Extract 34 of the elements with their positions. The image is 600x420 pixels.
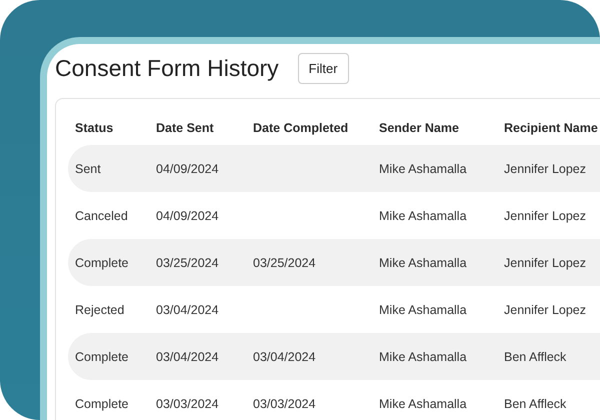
table-cell: 03/03/2024	[156, 396, 219, 410]
table-cell: Complete	[75, 396, 128, 410]
table-cell: 03/25/2024	[156, 256, 219, 270]
table-cell: Rejected	[75, 302, 124, 316]
table-cell: Complete	[75, 256, 128, 270]
column-header: Date Sent	[156, 121, 215, 135]
table-cell: Complete	[75, 350, 128, 364]
table-cell: 04/09/2024	[156, 162, 219, 176]
table-cell: Ben Affleck	[504, 350, 566, 364]
table-cell: Mike Ashamalla	[379, 302, 467, 316]
table-cell: Jennifer Lopez	[504, 162, 586, 176]
table-cell: Jennifer Lopez	[504, 302, 586, 316]
table-cell: Jennifer Lopez	[504, 208, 586, 222]
filter-button[interactable]: Filter	[298, 52, 349, 84]
table-cell: Mike Ashamalla	[379, 396, 467, 410]
table-cell: Canceled	[75, 208, 128, 222]
column-header: Date Completed	[253, 121, 350, 135]
table-cell: Mike Ashamalla	[379, 350, 467, 364]
table-cell: 03/04/2024	[156, 302, 219, 316]
table-cell: 03/04/2024	[253, 350, 316, 364]
column-header: Status	[75, 121, 114, 135]
table-cell: Mike Ashamalla	[379, 208, 467, 222]
table-cell: 03/04/2024	[156, 350, 219, 364]
table-cell: 04/09/2024	[156, 208, 219, 222]
table-cell: Mike Ashamalla	[379, 256, 467, 270]
table-cell: Sent	[75, 162, 101, 176]
table-cell: 03/03/2024	[253, 396, 316, 410]
table-cell: Ben Affleck	[504, 396, 566, 410]
column-header: Sender Name	[379, 121, 460, 135]
column-header: Recipient Name	[504, 121, 599, 135]
table-cell: 03/25/2024	[253, 256, 316, 270]
table-cell: Jennifer Lopez	[504, 256, 586, 270]
table-cell: Mike Ashamalla	[379, 162, 467, 176]
page-title: Consent Form History	[55, 54, 279, 82]
